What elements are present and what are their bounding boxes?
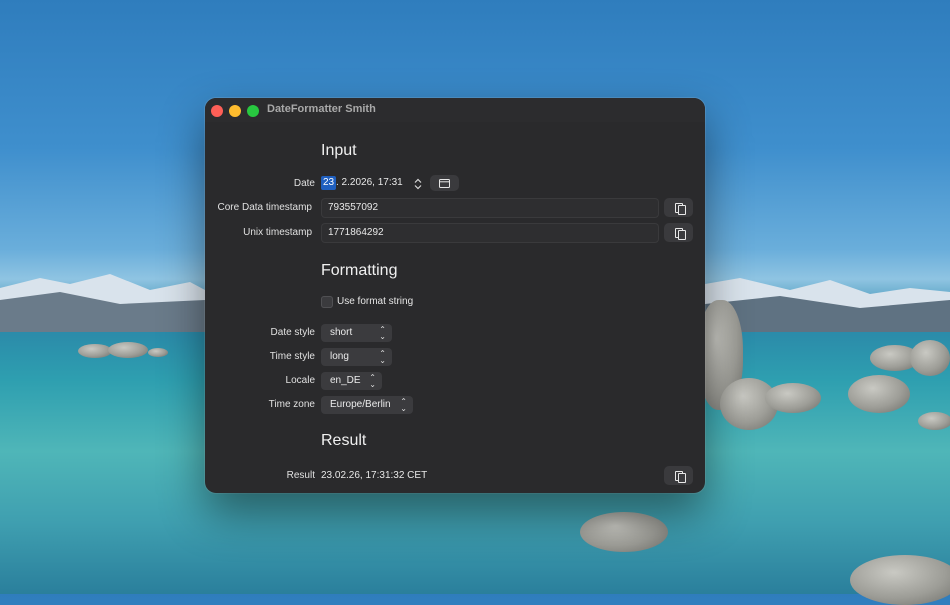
date-label: Date	[293, 178, 315, 189]
time-style-popup[interactable]: long ⌃ ⌄	[321, 348, 392, 366]
core-data-timestamp-field[interactable]: 793557092	[321, 198, 659, 218]
time-zone-popup[interactable]: Europe/Berlin ⌃ ⌄	[321, 396, 413, 414]
rock	[78, 344, 112, 358]
rock	[918, 412, 950, 430]
time-zone-label: Time zone	[268, 399, 315, 410]
locale-value: en_DE	[330, 375, 361, 386]
use-format-string-checkbox[interactable]	[321, 296, 333, 308]
chevron-updown-icon: ⌃ ⌄	[369, 373, 376, 389]
result-label: Result	[286, 470, 315, 481]
input-heading: Input	[321, 142, 357, 159]
rock	[765, 383, 821, 413]
copy-core-data-button[interactable]	[664, 198, 693, 217]
date-day-segment[interactable]: 23	[321, 176, 337, 190]
copy-icon	[674, 470, 686, 483]
rock	[148, 348, 168, 357]
result-value[interactable]: 23.02.26, 17:31:32 CET	[321, 470, 427, 481]
chevron-updown-icon: ⌃ ⌄	[400, 397, 407, 413]
rock	[848, 375, 910, 413]
date-style-label: Date style	[270, 327, 315, 338]
rock	[108, 342, 148, 358]
use-format-string-label[interactable]: Use format string	[337, 296, 413, 307]
time-style-value: long	[330, 351, 349, 362]
copy-icon	[674, 202, 686, 215]
window-title: DateFormatter Smith	[267, 103, 376, 115]
close-button[interactable]	[211, 105, 223, 117]
locale-popup[interactable]: en_DE ⌃ ⌄	[321, 372, 382, 390]
time-style-label: Time style	[269, 351, 315, 362]
calendar-icon	[439, 178, 450, 188]
core-data-timestamp-label: Core Data timestamp	[217, 202, 312, 213]
rock	[580, 512, 668, 552]
locale-label: Locale	[285, 375, 315, 386]
date-style-popup[interactable]: short ⌃ ⌄	[321, 324, 392, 342]
unix-timestamp-field[interactable]: 1771864292	[321, 223, 659, 243]
minimize-button[interactable]	[229, 105, 241, 117]
time-zone-value: Europe/Berlin	[330, 399, 391, 410]
app-window: DateFormatter Smith Input Date 23 . 2.20…	[205, 98, 705, 493]
date-rest-segments[interactable]: . 2.2026, 17:31	[336, 176, 403, 190]
copy-unix-button[interactable]	[664, 223, 693, 242]
date-stepper-icon[interactable]	[414, 177, 422, 190]
chevron-updown-icon: ⌃ ⌄	[379, 349, 386, 365]
calendar-button[interactable]	[430, 175, 459, 191]
rock	[910, 340, 950, 376]
maximize-button[interactable]	[247, 105, 259, 117]
unix-timestamp-label: Unix timestamp	[243, 227, 312, 238]
formatting-heading: Formatting	[321, 262, 398, 279]
result-heading: Result	[321, 432, 367, 449]
copy-icon	[674, 227, 686, 240]
chevron-updown-icon: ⌃ ⌄	[379, 325, 386, 341]
rock	[850, 555, 950, 605]
title-bar[interactable]: DateFormatter Smith	[205, 98, 705, 122]
copy-result-button[interactable]	[664, 466, 693, 485]
date-style-value: short	[330, 327, 353, 338]
